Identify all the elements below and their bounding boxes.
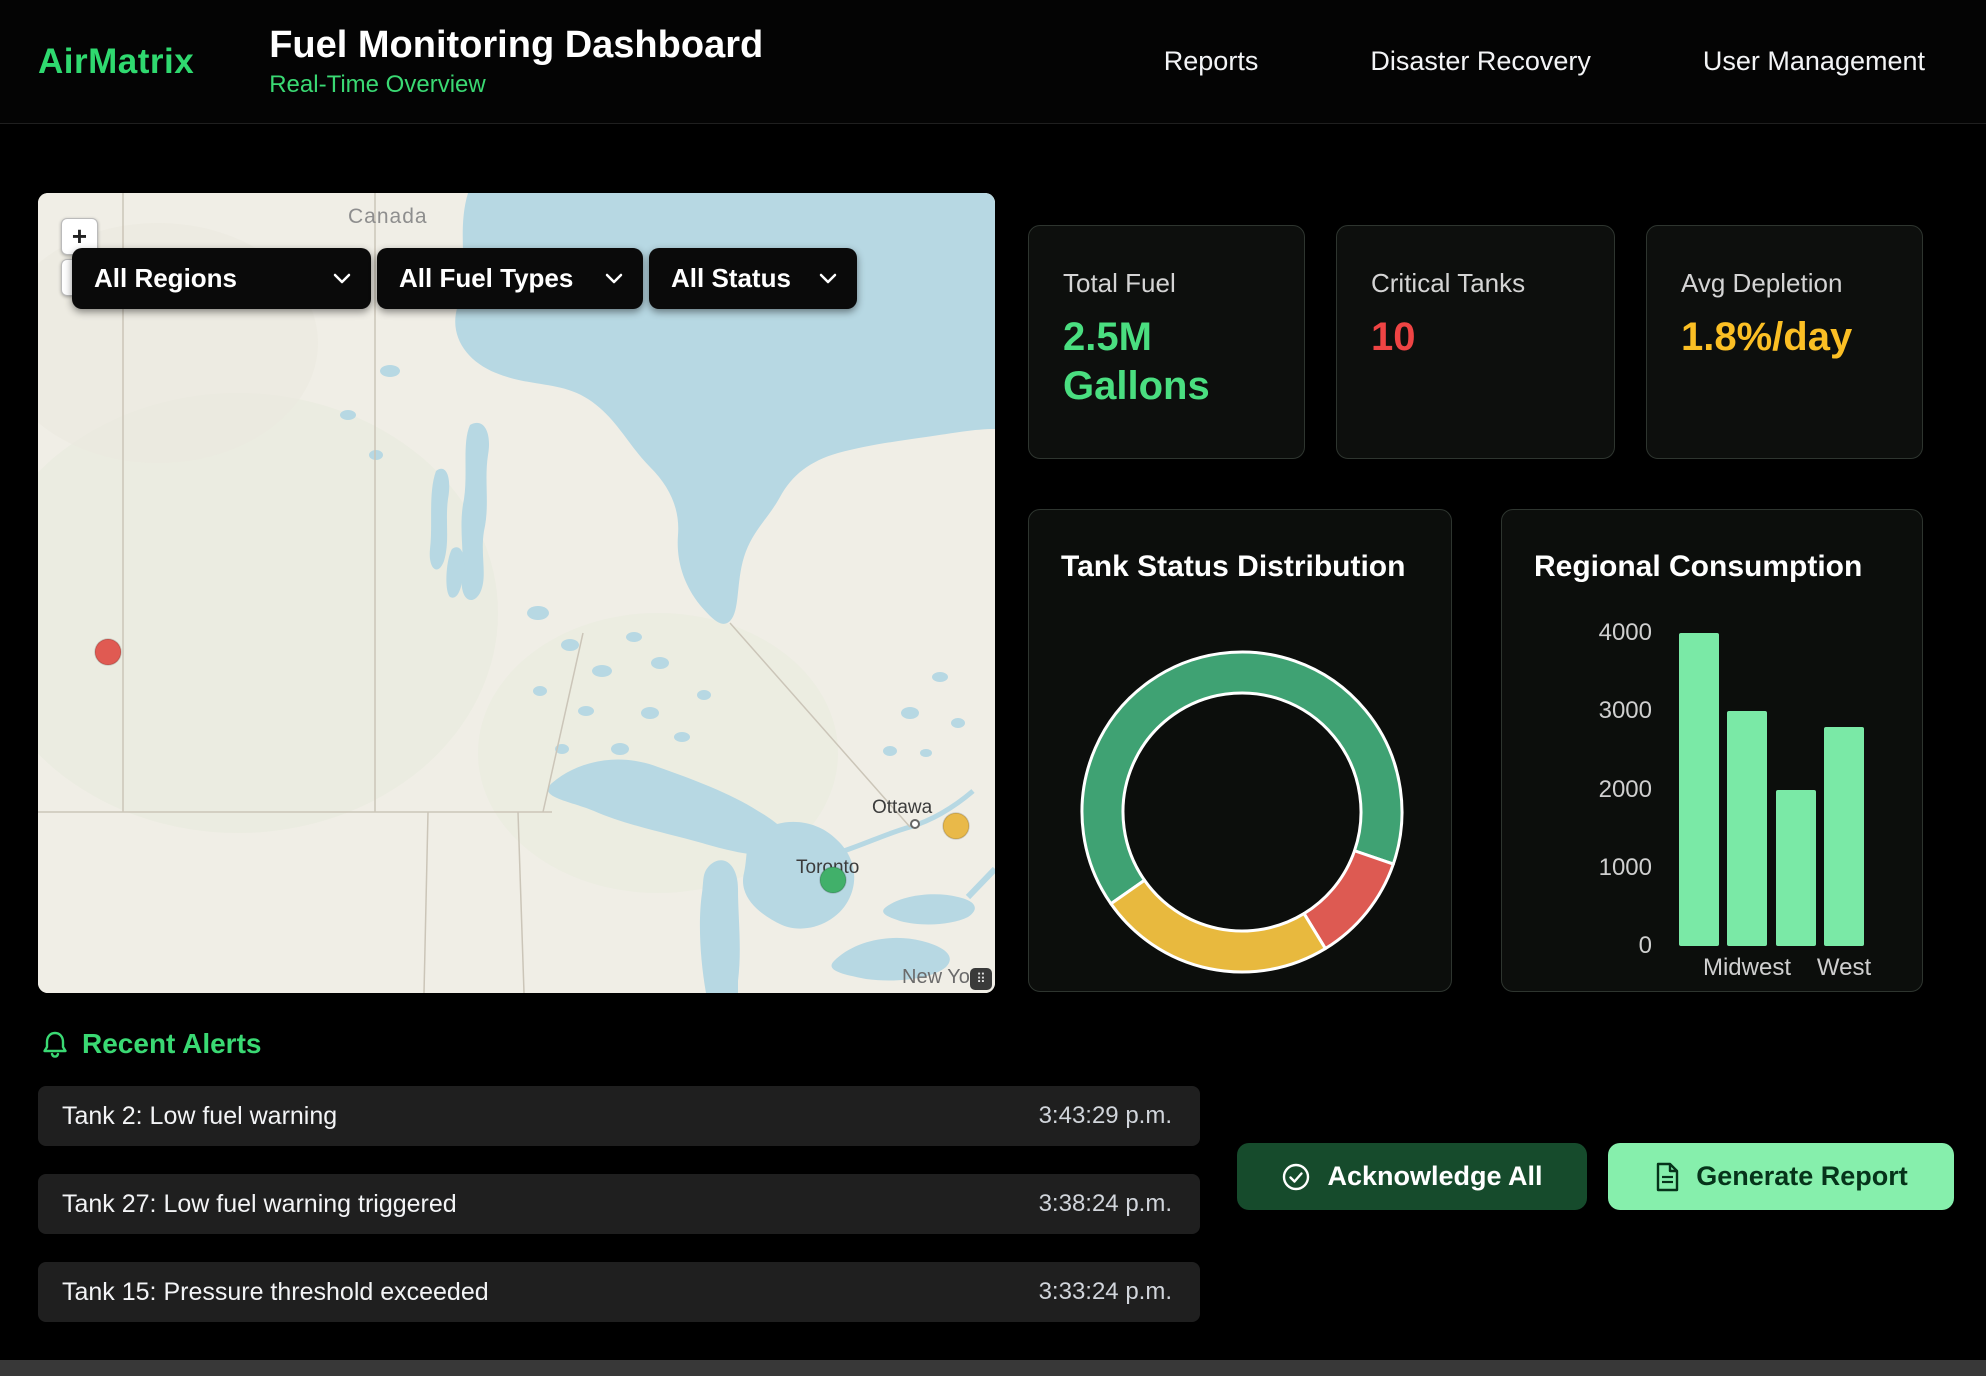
nav-disaster-recovery[interactable]: Disaster Recovery [1370, 46, 1591, 77]
regional-consumption-card: Regional Consumption 01000200030004000Mi… [1501, 509, 1923, 992]
region-filter-value: All Regions [94, 263, 237, 294]
acknowledge-all-label: Acknowledge All [1327, 1161, 1542, 1192]
page-subtitle: Real-Time Overview [269, 71, 763, 99]
alert-row[interactable]: Tank 27: Low fuel warning triggered 3:38… [38, 1174, 1200, 1234]
alert-message: Tank 2: Low fuel warning [62, 1102, 337, 1131]
map-label-ottawa: Ottawa [872, 797, 933, 818]
map-resize-handle[interactable]: ⠿ [970, 968, 992, 990]
status-filter-select[interactable]: All Status [649, 248, 857, 309]
region-filter-select[interactable]: All Regions [72, 248, 371, 309]
main-nav: Reports Disaster Recovery User Managemen… [1164, 46, 1925, 77]
tank-marker-normal[interactable] [820, 867, 846, 893]
tank-map[interactable]: Canada Ottawa Toronto New York + − All R… [38, 193, 995, 993]
fuel-type-filter-value: All Fuel Types [399, 263, 573, 294]
map-filters: All Regions All Fuel Types All Status [72, 248, 857, 309]
fuel-monitoring-dashboard: AirMatrix Fuel Monitoring Dashboard Real… [0, 0, 1986, 1376]
regional-consumption-plot[interactable]: 01000200030004000MidwestWest [1502, 510, 1922, 991]
chevron-down-icon [605, 273, 623, 284]
alert-message: Tank 15: Pressure threshold exceeded [62, 1278, 489, 1307]
title-block: Fuel Monitoring Dashboard Real-Time Over… [269, 24, 763, 100]
total-fuel-label: Total Fuel [1063, 268, 1270, 299]
recent-alerts-title: Recent Alerts [82, 1028, 261, 1060]
bell-icon [42, 1030, 68, 1058]
tank-status-donut[interactable] [1072, 642, 1412, 982]
airmatrix-logo[interactable]: AirMatrix [38, 42, 194, 82]
avg-depletion-value: 1.8%/day [1681, 313, 1888, 362]
alert-timestamp: 3:43:29 p.m. [1039, 1102, 1172, 1130]
y-axis-tick-label: 1000 [1522, 854, 1652, 882]
header: AirMatrix Fuel Monitoring Dashboard Real… [0, 0, 1986, 124]
page-title: Fuel Monitoring Dashboard [269, 24, 763, 68]
y-axis-tick-label: 2000 [1522, 776, 1652, 804]
generate-report-button[interactable]: Generate Report [1608, 1143, 1954, 1210]
consumption-bar[interactable] [1776, 790, 1816, 947]
critical-tanks-value: 10 [1371, 313, 1580, 362]
fuel-type-filter-select[interactable]: All Fuel Types [377, 248, 643, 309]
check-circle-icon [1281, 1162, 1311, 1192]
document-icon [1654, 1162, 1680, 1192]
critical-tanks-card: Critical Tanks 10 [1336, 225, 1615, 459]
alert-row[interactable]: Tank 2: Low fuel warning 3:43:29 p.m. [38, 1086, 1200, 1146]
y-axis-tick-label: 0 [1522, 932, 1652, 960]
x-axis-tick-label: West [1774, 954, 1914, 982]
consumption-bar[interactable] [1679, 633, 1719, 946]
tank-marker-warning[interactable] [943, 813, 969, 839]
alert-timestamp: 3:38:24 p.m. [1039, 1190, 1172, 1218]
avg-depletion-label: Avg Depletion [1681, 268, 1888, 299]
nav-user-management[interactable]: User Management [1703, 46, 1925, 77]
tank-marker-critical[interactable] [95, 639, 121, 665]
status-filter-value: All Status [671, 263, 791, 294]
critical-tanks-label: Critical Tanks [1371, 268, 1580, 299]
chevron-down-icon [819, 273, 837, 284]
y-axis-tick-label: 4000 [1522, 619, 1652, 647]
acknowledge-all-button[interactable]: Acknowledge All [1237, 1143, 1587, 1210]
tank-status-distribution-card: Tank Status Distribution [1028, 509, 1452, 992]
consumption-bar[interactable] [1824, 727, 1864, 946]
y-axis-tick-label: 3000 [1522, 697, 1652, 725]
alert-timestamp: 3:33:24 p.m. [1039, 1278, 1172, 1306]
map-canvas[interactable]: Canada Ottawa Toronto New York [38, 193, 995, 993]
consumption-bar[interactable] [1727, 711, 1767, 946]
avg-depletion-card: Avg Depletion 1.8%/day [1646, 225, 1923, 459]
total-fuel-card: Total Fuel 2.5M Gallons [1028, 225, 1305, 459]
nav-reports[interactable]: Reports [1164, 46, 1259, 77]
generate-report-label: Generate Report [1696, 1161, 1908, 1192]
map-label-canada: Canada [348, 205, 428, 228]
ottawa-city-dot [911, 820, 919, 828]
chevron-down-icon [333, 273, 351, 284]
alert-row[interactable]: Tank 15: Pressure threshold exceeded 3:3… [38, 1262, 1200, 1322]
scrollbar-strip[interactable] [0, 1360, 1986, 1376]
total-fuel-value: 2.5M Gallons [1063, 313, 1270, 411]
recent-alerts-heading: Recent Alerts [42, 1028, 261, 1060]
donut-chart-title: Tank Status Distribution [1061, 550, 1405, 584]
alert-message: Tank 27: Low fuel warning triggered [62, 1190, 457, 1219]
